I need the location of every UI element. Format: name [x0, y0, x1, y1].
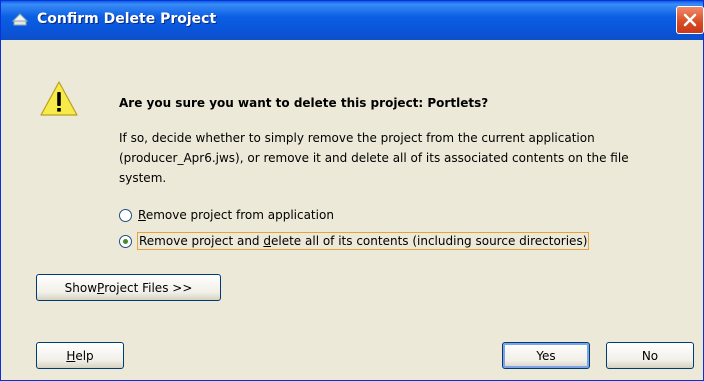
option-remove-from-app[interactable]: Remove project from application — [119, 205, 334, 225]
close-icon — [683, 13, 697, 27]
yes-button[interactable]: Yes — [502, 342, 590, 369]
show-project-files-button[interactable]: Show Project Files >> — [36, 274, 221, 301]
confirm-question: Are you sure you want to delete this pro… — [119, 96, 489, 110]
dialog-title: Confirm Delete Project — [37, 11, 217, 27]
warning-icon — [40, 81, 78, 116]
remove-from-app-label[interactable]: Remove project from application — [138, 208, 334, 222]
delete-contents-label[interactable]: Remove project and delete all of its con… — [136, 232, 590, 250]
title-bar[interactable]: Confirm Delete Project — [1, 1, 704, 40]
no-button[interactable]: No — [606, 342, 694, 369]
delete-contents-radio[interactable] — [119, 234, 132, 248]
dialog-content: Are you sure you want to delete this pro… — [1, 40, 703, 380]
option-delete-contents[interactable]: Remove project and delete all of its con… — [119, 231, 590, 251]
close-button[interactable] — [676, 6, 704, 34]
confirm-message: If so, decide whether to simply remove t… — [119, 131, 629, 185]
confirm-delete-dialog: Confirm Delete Project Are you sure you … — [0, 0, 704, 381]
app-icon — [11, 13, 29, 26]
help-button[interactable]: Help — [36, 342, 124, 369]
remove-from-app-radio[interactable] — [119, 208, 132, 222]
